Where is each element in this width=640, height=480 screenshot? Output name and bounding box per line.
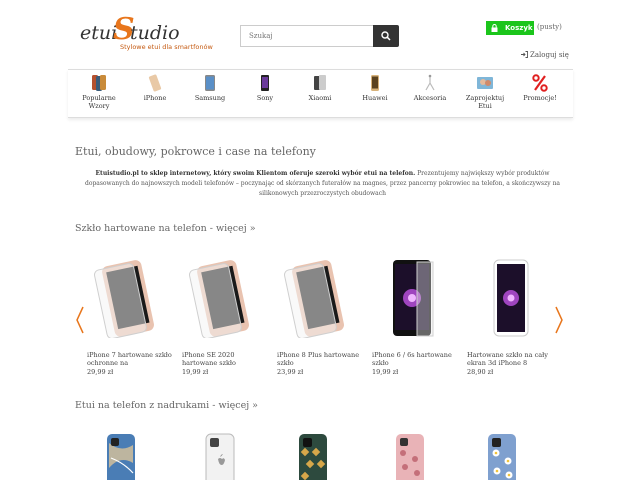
product-image-glass — [393, 260, 434, 337]
case-image-marble[interactable] — [106, 433, 136, 480]
case-image-daisies[interactable] — [487, 433, 517, 480]
product-price: 29,99 zł — [87, 368, 114, 376]
section-cases-title[interactable]: Etui na telefon z nadrukami - więcej » — [75, 400, 258, 411]
logo-studio: tudio — [130, 22, 180, 44]
nav-item-accessories[interactable]: Akcesoria — [405, 74, 455, 102]
product-name: iPhone SE 2020 hartowane szkło — [182, 351, 236, 367]
product-name: iPhone 8 Plus hartowane szkło — [277, 351, 360, 367]
nav-item-label: Akcesoria — [413, 94, 447, 102]
product-price: 19,99 zł — [372, 368, 399, 376]
sony-icon — [261, 75, 269, 91]
search-icon — [381, 31, 391, 41]
nav-item-sony[interactable]: Sony — [240, 74, 290, 102]
iphone-icon — [148, 74, 162, 92]
product-image-glass — [189, 260, 249, 338]
nav-item-label: Sony — [256, 94, 274, 102]
product-name: iPhone 6 / 6s hartowane szkło — [372, 351, 452, 367]
nav-item-label: Popularne Wzory — [82, 94, 116, 110]
logo-etui: etui — [80, 22, 118, 44]
case-image-pattern-tiles[interactable] — [298, 433, 328, 480]
login-label: Zaloguj się — [530, 51, 569, 59]
xiaomi-icon — [314, 75, 326, 90]
samsung-icon — [205, 75, 215, 91]
search-button[interactable] — [373, 25, 399, 47]
design-case-icon — [477, 77, 493, 89]
product-card[interactable]: iPhone 8 Plus hartowane szkło 23,99 zł — [277, 258, 363, 376]
product-price: 23,99 zł — [277, 368, 304, 376]
product-card[interactable]: iPhone SE 2020 hartowane szkło 19,99 zł — [182, 258, 268, 376]
nav-item-label: Samsung — [194, 94, 226, 102]
category-nav: Popularne Wzory iPhone Samsung Sony Xiao… — [68, 69, 573, 118]
intro-bold: Etuistudio.pl to sklep internetowy, któr… — [95, 170, 416, 177]
cart-button[interactable]: Koszyk — [486, 21, 534, 35]
nav-item-promo[interactable]: Promocje! — [515, 74, 565, 102]
section-glass-title[interactable]: Szkło hartowane na telefon - więcej » — [75, 223, 256, 234]
cart-status: (pusty) — [537, 23, 562, 31]
huawei-icon — [371, 75, 379, 91]
product-name: iPhone 7 hartowane szkło ochronne na — [87, 351, 172, 367]
login-icon — [521, 51, 528, 58]
nav-item-label: Huawei — [362, 94, 388, 102]
carousel-prev-arrow[interactable] — [75, 305, 85, 335]
product-image-glass — [493, 259, 529, 337]
page-title: Etui, obudowy, pokrowce i case na telefo… — [75, 145, 316, 158]
lock-icon — [491, 24, 498, 32]
accessories-icon — [425, 74, 435, 91]
product-price: 19,99 zł — [182, 368, 209, 376]
nav-item-label: iPhone — [143, 94, 167, 102]
login-link[interactable]: Zaloguj się — [521, 51, 569, 59]
nav-item-label: Xiaomi — [308, 94, 332, 102]
logo-tagline: Stylowe etui dla smartfonów — [120, 43, 213, 51]
site-logo[interactable]: etui S tudio Stylowe etui dla smartfonów — [80, 12, 220, 54]
cart-label: Koszyk — [505, 24, 533, 32]
product-name: Hartowane szkło na cały ekran 3d iPhone … — [467, 351, 548, 367]
search-input[interactable] — [240, 25, 374, 47]
nav-item-label: Zaprojektuj Etui — [465, 94, 505, 110]
nav-item-design[interactable]: Zaprojektuj Etui — [460, 74, 510, 110]
nav-item-xiaomi[interactable]: Xiaomi — [295, 74, 345, 102]
nav-item-label: Promocje! — [523, 94, 557, 102]
product-image-glass — [94, 260, 154, 338]
percent-icon — [532, 74, 548, 92]
popular-cases-icon — [92, 75, 106, 91]
nav-item-huawei[interactable]: Huawei — [350, 74, 400, 102]
nav-item-iphone[interactable]: iPhone — [130, 74, 180, 102]
search-bar — [240, 25, 399, 47]
nav-item-samsung[interactable]: Samsung — [185, 74, 235, 102]
case-image-clear[interactable] — [205, 433, 235, 480]
carousel-next-arrow[interactable] — [554, 305, 564, 335]
product-image-glass — [284, 260, 344, 338]
product-price: 28,90 zł — [467, 368, 494, 376]
product-card[interactable]: iPhone 6 / 6s hartowane szkło 19,99 zł — [372, 258, 458, 376]
case-image-pink-floral[interactable] — [395, 433, 425, 480]
product-card[interactable]: Hartowane szkło na cały ekran 3d iPhone … — [467, 258, 553, 376]
product-card[interactable]: iPhone 7 hartowane szkło ochronne na 29,… — [87, 258, 173, 376]
nav-item-popular[interactable]: Popularne Wzory — [74, 74, 124, 110]
intro-text: Etuistudio.pl to sklep internetowy, któr… — [80, 169, 565, 199]
